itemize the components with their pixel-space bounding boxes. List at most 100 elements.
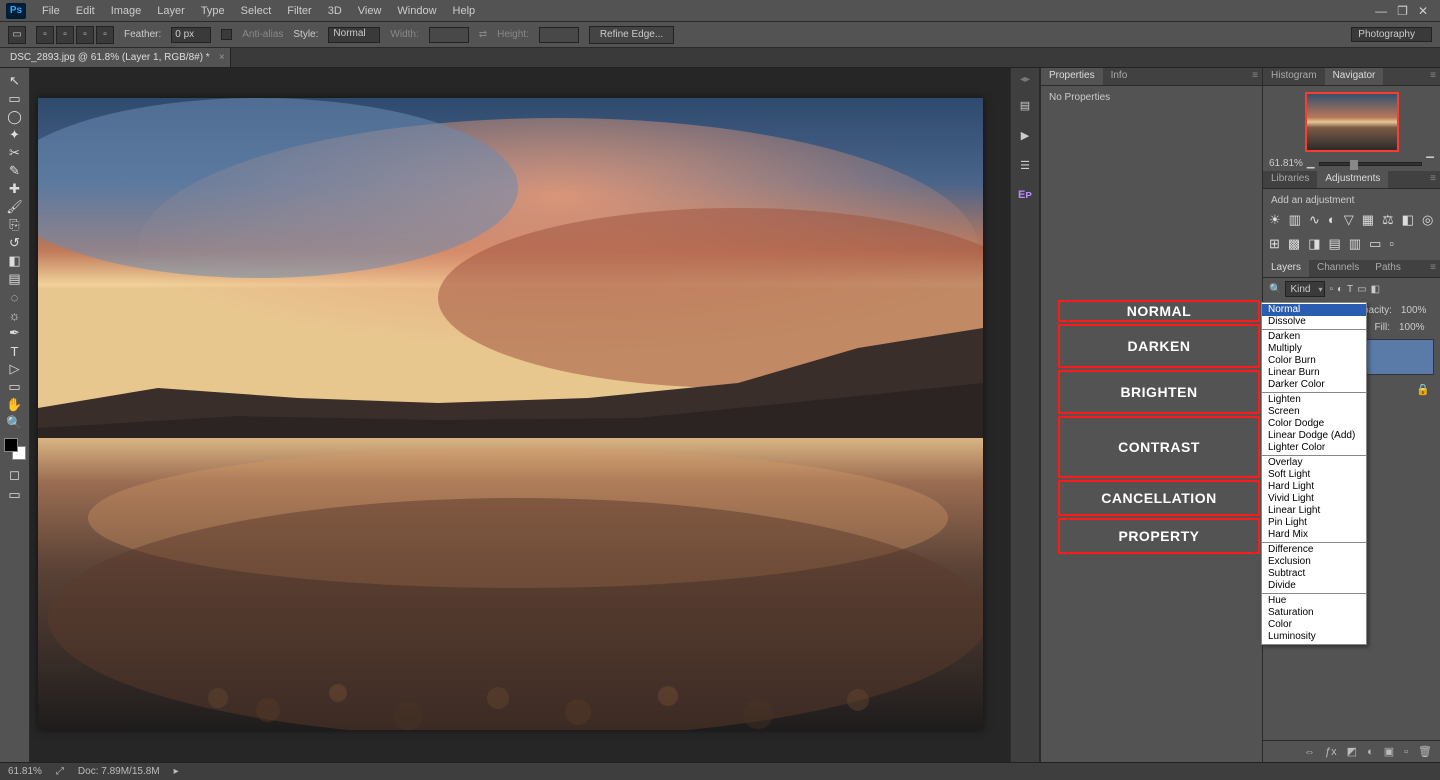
navigator-thumbnail[interactable]: [1305, 92, 1399, 152]
fill-input[interactable]: 100%: [1396, 322, 1434, 333]
extension-panel-icon[interactable]: Eᴘ: [1015, 185, 1035, 205]
blur-tool[interactable]: ◌: [4, 288, 26, 306]
blend-option-lighten[interactable]: Lighten: [1262, 394, 1366, 406]
new-fill-icon[interactable]: ◐: [1367, 746, 1374, 758]
marquee-tool[interactable]: ▭: [4, 90, 26, 108]
blend-option-darker-color[interactable]: Darker Color: [1262, 379, 1366, 391]
navigator-zoom-value[interactable]: 61.81%: [1269, 158, 1303, 169]
vibrance-icon[interactable]: ▽: [1344, 212, 1354, 228]
dodge-tool[interactable]: ☼: [4, 306, 26, 324]
rectangle-tool[interactable]: ▭: [4, 378, 26, 396]
antialias-checkbox[interactable]: [221, 29, 232, 40]
blend-option-luminosity[interactable]: Luminosity: [1262, 631, 1366, 643]
filter-adj-icon[interactable]: ◐: [1337, 284, 1343, 295]
style-select[interactable]: Normal: [328, 27, 380, 43]
filter-shape-icon[interactable]: ▭: [1357, 284, 1366, 295]
status-doc-size[interactable]: Doc: 7.89M/15.8M: [78, 766, 160, 777]
blend-option-linear-light[interactable]: Linear Light: [1262, 505, 1366, 517]
filter-type-icon[interactable]: T: [1347, 284, 1353, 295]
blend-option-saturation[interactable]: Saturation: [1262, 607, 1366, 619]
new-group-icon[interactable]: ▣: [1384, 745, 1394, 758]
exposure-icon[interactable]: ◐: [1328, 212, 1336, 228]
quickmask-icon[interactable]: ◻: [4, 466, 26, 484]
hand-tool[interactable]: ✋: [4, 396, 26, 414]
hue-icon[interactable]: ▦: [1362, 212, 1374, 228]
blend-option-lighter-color[interactable]: Lighter Color: [1262, 442, 1366, 454]
colorbal-icon[interactable]: ⚖: [1382, 212, 1394, 228]
panel-grip-icon[interactable]: ◂▸: [1020, 74, 1030, 85]
tab-properties[interactable]: Properties: [1041, 68, 1103, 85]
canvas-area[interactable]: [30, 68, 1010, 762]
menu-type[interactable]: Type: [193, 3, 233, 19]
blend-option-linear-dodge-add-[interactable]: Linear Dodge (Add): [1262, 430, 1366, 442]
panel-menu-icon[interactable]: ≡: [1248, 68, 1262, 85]
tab-paths[interactable]: Paths: [1367, 260, 1409, 277]
minimize-button[interactable]: —: [1375, 4, 1387, 18]
blend-option-color-dodge[interactable]: Color Dodge: [1262, 418, 1366, 430]
tab-libraries[interactable]: Libraries: [1263, 171, 1317, 188]
navigator-zoom-slider[interactable]: [1319, 162, 1423, 166]
crop-tool[interactable]: ✂: [4, 144, 26, 162]
brightness-icon[interactable]: ☀: [1269, 212, 1281, 228]
sel-add-icon[interactable]: ▫: [56, 26, 74, 44]
document-tab[interactable]: DSC_2893.jpg @ 61.8% (Layer 1, RGB/8#) *…: [0, 48, 231, 67]
foreground-background-swatch[interactable]: [4, 438, 26, 460]
menu-help[interactable]: Help: [445, 3, 484, 19]
screenmode-icon[interactable]: ▭: [4, 486, 26, 504]
restore-button[interactable]: ❐: [1397, 4, 1408, 18]
new-layer-icon[interactable]: ▫: [1404, 746, 1408, 758]
spot-heal-tool[interactable]: ✚: [4, 180, 26, 198]
menu-view[interactable]: View: [350, 3, 390, 19]
invert-icon[interactable]: ◨: [1308, 236, 1320, 252]
move-tool[interactable]: ↖: [4, 72, 26, 90]
blend-mode-dropdown[interactable]: NormalDissolveDarkenMultiplyColor BurnLi…: [1261, 302, 1367, 645]
tab-navigator[interactable]: Navigator: [1325, 68, 1384, 85]
tab-adjustments[interactable]: Adjustments: [1317, 171, 1388, 188]
close-tab-icon[interactable]: ×: [219, 52, 225, 63]
sel-sub-icon[interactable]: ▫: [76, 26, 94, 44]
path-select-tool[interactable]: ▷: [4, 360, 26, 378]
pen-tool[interactable]: ✒: [4, 324, 26, 342]
sel-new-icon[interactable]: ▫: [36, 26, 54, 44]
status-zoom[interactable]: 61.81%: [8, 766, 42, 777]
document-canvas[interactable]: [38, 98, 983, 730]
menu-filter[interactable]: Filter: [279, 3, 319, 19]
blend-option-difference[interactable]: Difference: [1262, 544, 1366, 556]
history-brush-tool[interactable]: ↺: [4, 234, 26, 252]
brush-tool[interactable]: 🖌: [4, 198, 26, 216]
status-arrow-icon[interactable]: ▸: [174, 766, 179, 777]
blend-option-color-burn[interactable]: Color Burn: [1262, 355, 1366, 367]
blend-option-linear-burn[interactable]: Linear Burn: [1262, 367, 1366, 379]
selcolor-icon[interactable]: ▫: [1389, 236, 1394, 252]
menu-3d[interactable]: 3D: [320, 3, 350, 19]
sel-intersect-icon[interactable]: ▫: [96, 26, 114, 44]
tab-histogram[interactable]: Histogram: [1263, 68, 1325, 85]
blend-option-pin-light[interactable]: Pin Light: [1262, 517, 1366, 529]
blend-option-vivid-light[interactable]: Vivid Light: [1262, 493, 1366, 505]
zoom-out-icon[interactable]: ▁: [1307, 158, 1315, 169]
eyedropper-tool[interactable]: ✎: [4, 162, 26, 180]
blend-option-soft-light[interactable]: Soft Light: [1262, 469, 1366, 481]
eraser-tool[interactable]: ◧: [4, 252, 26, 270]
link-layers-icon[interactable]: ⇔: [1304, 746, 1315, 758]
history-panel-icon[interactable]: ▤: [1015, 95, 1035, 115]
tool-preset-icon[interactable]: ▭: [8, 26, 26, 44]
gradient-tool[interactable]: ▤: [4, 270, 26, 288]
layer-fx-icon[interactable]: ƒx: [1325, 746, 1337, 758]
layer-mask-icon[interactable]: ◩: [1347, 745, 1357, 758]
close-button[interactable]: ✕: [1418, 4, 1428, 18]
panel-menu-icon[interactable]: ≡: [1426, 260, 1440, 277]
clone-tool[interactable]: ⎘: [4, 216, 26, 234]
lookup-icon[interactable]: ▩: [1288, 236, 1300, 252]
bw-icon[interactable]: ◧: [1402, 212, 1414, 228]
blend-option-hard-mix[interactable]: Hard Mix: [1262, 529, 1366, 541]
menu-window[interactable]: Window: [389, 3, 444, 19]
menu-edit[interactable]: Edit: [68, 3, 103, 19]
menu-select[interactable]: Select: [233, 3, 280, 19]
tab-channels[interactable]: Channels: [1309, 260, 1367, 277]
blend-option-exclusion[interactable]: Exclusion: [1262, 556, 1366, 568]
curves-icon[interactable]: ∿: [1309, 212, 1320, 228]
lasso-tool[interactable]: ◯: [4, 108, 26, 126]
type-tool[interactable]: T: [4, 342, 26, 360]
photo-filter-icon[interactable]: ◎: [1422, 212, 1433, 228]
